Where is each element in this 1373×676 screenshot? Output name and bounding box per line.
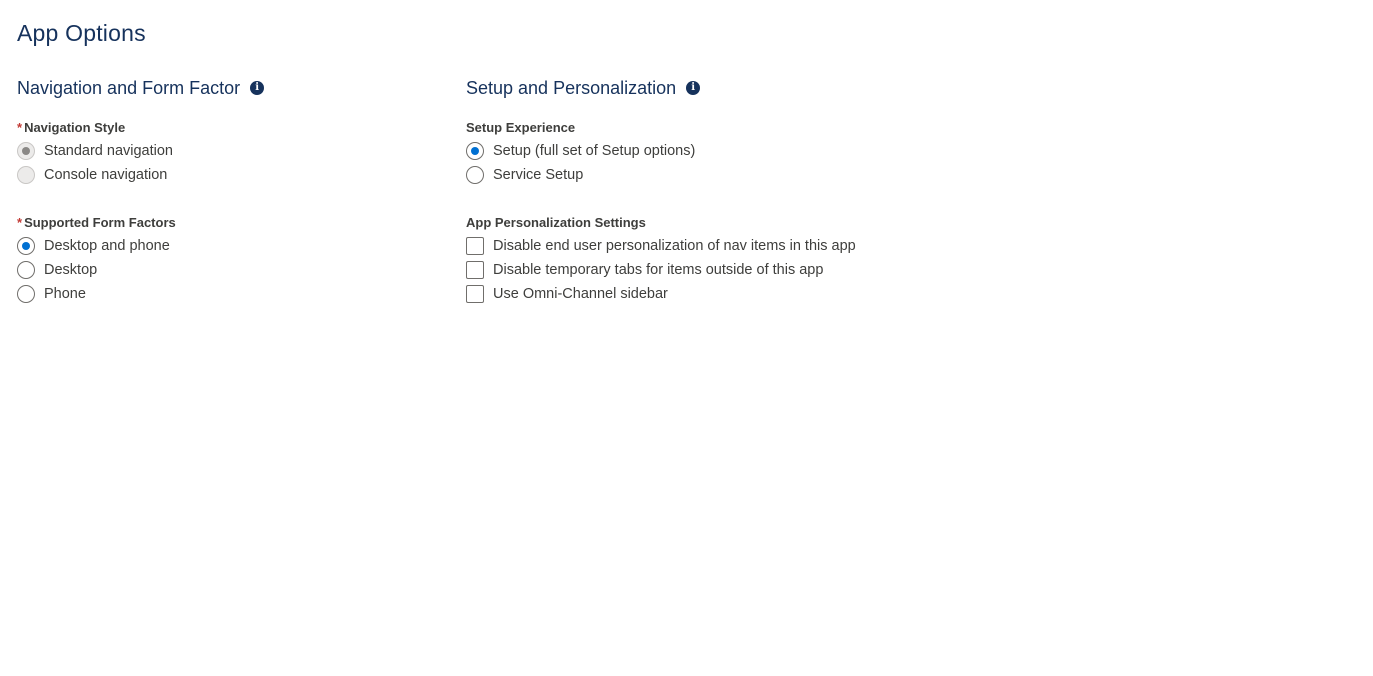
app-personalization-label: App Personalization Settings	[466, 215, 646, 230]
radio-label[interactable]: Service Setup	[493, 167, 583, 183]
page-title: App Options	[17, 20, 146, 46]
checkbox-disable-nav-personalization[interactable]: Disable end user personalization of nav …	[466, 234, 986, 258]
setup-experience-label: Setup Experience	[466, 120, 576, 135]
app-personalization-checkbox-group: Disable end user personalization of nav …	[466, 234, 986, 306]
checkbox-omni-channel-sidebar-control[interactable]	[466, 285, 484, 303]
radio-desktop[interactable]: Desktop	[17, 258, 437, 282]
radio-phone-control[interactable]	[17, 285, 35, 303]
checkbox-label[interactable]: Use Omni-Channel sidebar	[493, 286, 668, 302]
checkbox-label[interactable]: Disable end user personalization of nav …	[493, 238, 856, 254]
checkbox-disable-nav-personalization-control[interactable]	[466, 237, 484, 255]
section-title-navigation-form-factor: Navigation and Form Factor i	[17, 76, 437, 100]
navigation-style-radio-group: Standard navigation Console navigation	[17, 139, 437, 187]
checkbox-omni-channel-sidebar[interactable]: Use Omni-Channel sidebar	[466, 282, 986, 306]
radio-label: Console navigation	[44, 167, 168, 183]
app-options-page: App Options Navigation and Form Factor i…	[0, 0, 1373, 676]
supported-form-factors-label-text: Supported Form Factors	[24, 215, 176, 230]
info-icon[interactable]: i	[686, 81, 701, 95]
section-title-text: Setup and Personalization	[466, 77, 677, 98]
radio-standard-navigation: Standard navigation	[17, 139, 437, 163]
navigation-style-label-text: Navigation Style	[24, 120, 126, 135]
setup-personalization-section: Setup and Personalization i Setup Experi…	[466, 76, 986, 306]
supported-form-factors-label: * Supported Form Factors	[17, 214, 437, 232]
radio-standard-navigation-control	[17, 142, 35, 160]
radio-label: Standard navigation	[44, 143, 173, 159]
navigation-style-label: * Navigation Style	[17, 119, 437, 137]
radio-service-setup-control[interactable]	[466, 166, 484, 184]
radio-console-navigation-control	[17, 166, 35, 184]
required-marker: *	[17, 215, 23, 230]
radio-label[interactable]: Setup (full set of Setup options)	[493, 143, 695, 159]
info-icon[interactable]: i	[250, 81, 265, 95]
checkbox-disable-temporary-tabs[interactable]: Disable temporary tabs for items outside…	[466, 258, 986, 282]
radio-full-setup[interactable]: Setup (full set of Setup options)	[466, 139, 986, 163]
radio-desktop-and-phone-control[interactable]	[17, 237, 35, 255]
radio-console-navigation: Console navigation	[17, 163, 437, 187]
required-marker: *	[17, 120, 23, 135]
section-title-text: Navigation and Form Factor	[17, 77, 241, 98]
section-title-setup-personalization: Setup and Personalization i	[466, 76, 986, 100]
radio-label[interactable]: Phone	[44, 286, 86, 302]
radio-service-setup[interactable]: Service Setup	[466, 163, 986, 187]
radio-label[interactable]: Desktop and phone	[44, 238, 170, 254]
supported-form-factors-radio-group: Desktop and phone Desktop Phone	[17, 234, 437, 306]
checkbox-disable-temporary-tabs-control[interactable]	[466, 261, 484, 279]
radio-phone[interactable]: Phone	[17, 282, 437, 306]
navigation-form-factor-section: Navigation and Form Factor i * Navigation…	[17, 76, 437, 306]
radio-label[interactable]: Desktop	[44, 262, 97, 278]
radio-desktop-control[interactable]	[17, 261, 35, 279]
radio-desktop-and-phone[interactable]: Desktop and phone	[17, 234, 437, 258]
checkbox-label[interactable]: Disable temporary tabs for items outside…	[493, 262, 823, 278]
radio-full-setup-control[interactable]	[466, 142, 484, 160]
setup-experience-radio-group: Setup (full set of Setup options) Servic…	[466, 139, 986, 187]
